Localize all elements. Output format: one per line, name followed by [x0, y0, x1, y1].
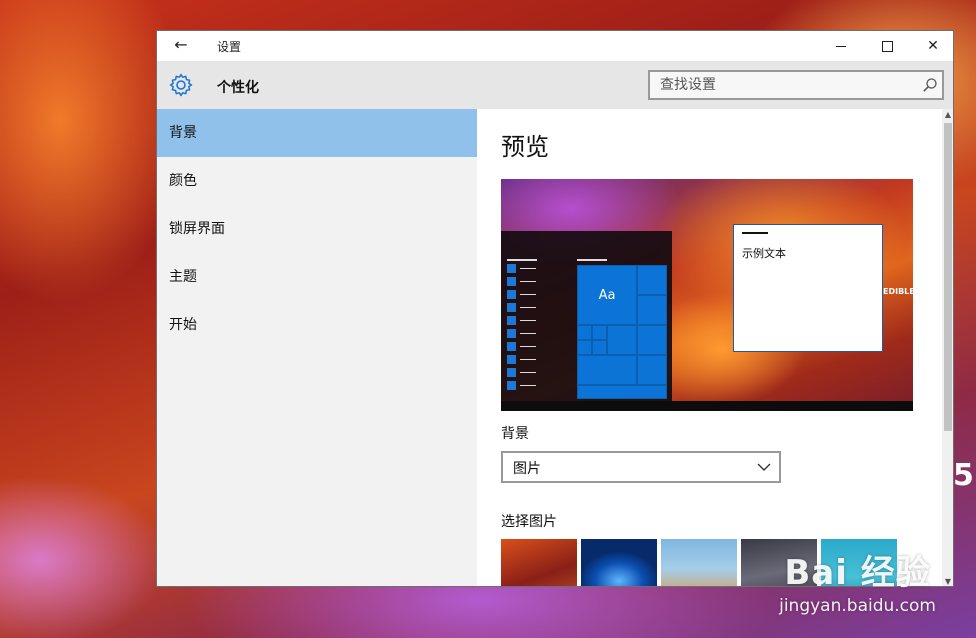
sidebar-nav: 背景 颜色 锁屏界面 主题 开始 [157, 109, 477, 586]
preview-app-icon [507, 277, 516, 286]
preview-tile [637, 295, 667, 325]
close-icon: ✕ [927, 38, 939, 54]
preview-tile-aa: Aa [577, 265, 637, 325]
back-arrow-icon[interactable]: ← [171, 35, 191, 55]
watermark-brand: Bai 经验 [784, 553, 931, 593]
preview-app-icon [507, 355, 516, 364]
preview-app-icon [507, 303, 516, 312]
search-input[interactable] [650, 72, 910, 98]
preview-tile [637, 265, 667, 295]
preview-sample-text: 示例文本 [742, 247, 786, 260]
sidebar-item-lock-screen[interactable]: 锁屏界面 [157, 205, 477, 253]
minimize-button[interactable] [818, 31, 864, 61]
preview-tile [637, 355, 667, 385]
desktop-edge-glyph: 5 [953, 458, 974, 493]
preview-app-line [520, 268, 536, 269]
minimize-icon [836, 45, 846, 47]
baidu-watermark: Bai 经验 jingyan.baidu.com [779, 545, 936, 616]
close-button[interactable]: ✕ [910, 31, 953, 61]
preview-tile [577, 325, 592, 340]
background-type-value: 图片 [513, 461, 541, 477]
preview-start-menu: Aa [501, 231, 672, 401]
preview-tiles: Aa [577, 265, 667, 399]
preview-heading: 预览 [501, 133, 549, 161]
preview-taskbar [501, 401, 913, 411]
watermark-url: jingyan.baidu.com [779, 596, 936, 616]
search-icon[interactable] [922, 77, 938, 93]
preview-app-icon [507, 342, 516, 351]
preview-menu-header-line [507, 259, 537, 261]
preview-app-icon [507, 264, 516, 273]
sidebar-item-colors[interactable]: 颜色 [157, 157, 477, 205]
sidebar-item-background[interactable]: 背景 [157, 109, 477, 157]
gear-icon [169, 73, 193, 97]
preview-tile [577, 355, 637, 385]
preview-edge-text: EDIBLE [883, 287, 913, 296]
chevron-down-icon [757, 463, 771, 471]
preview-app-line [520, 281, 536, 282]
choose-picture-label: 选择图片 [501, 514, 557, 530]
preview-tile [577, 385, 667, 399]
background-type-dropdown[interactable]: 图片 [501, 451, 781, 483]
preview-tile [637, 325, 667, 355]
maximize-icon [881, 40, 893, 52]
main-content: 预览 Aa 示例文本 EDIBLE 背景 图片 选择图片 [477, 109, 953, 586]
preview-app-icon [507, 316, 516, 325]
preview-app-line [520, 320, 536, 321]
preview-app-line [520, 294, 536, 295]
settings-window: ← 设置 ✕ 个性化 背景 颜色 锁屏界面 主题 开始 预览 [156, 30, 954, 587]
preview-tiles-header-line [577, 259, 607, 261]
page-title: 个性化 [217, 80, 259, 96]
preview-app-line [520, 385, 536, 386]
preview-app-line [520, 359, 536, 360]
preview-app-icon [507, 329, 516, 338]
picture-thumbnail-3[interactable] [661, 539, 737, 586]
preview-app-line [520, 307, 536, 308]
preview-tile [607, 325, 637, 355]
preview-app-line [520, 346, 536, 347]
sidebar-item-themes[interactable]: 主题 [157, 253, 477, 301]
search-box[interactable] [648, 70, 944, 100]
content-scrollbar[interactable]: ▲ ▼ [942, 109, 953, 586]
scrollbar-thumb[interactable] [944, 123, 952, 431]
title-bar: ← 设置 ✕ [157, 31, 953, 61]
sidebar-item-start[interactable]: 开始 [157, 301, 477, 349]
picture-thumbnail-1[interactable] [501, 539, 577, 586]
preview-tile [592, 340, 607, 355]
desktop-preview: Aa 示例文本 EDIBLE [501, 179, 913, 411]
scroll-up-icon[interactable]: ▲ [942, 109, 953, 121]
maximize-button[interactable] [864, 31, 910, 61]
preview-sample-titlebar [742, 232, 768, 234]
preview-sample-window: 示例文本 [733, 224, 883, 352]
preview-tile [577, 340, 592, 355]
preview-app-icon [507, 368, 516, 377]
scroll-down-icon[interactable]: ▼ [942, 576, 953, 586]
window-title: 设置 [217, 40, 242, 54]
picture-thumbnail-2[interactable] [581, 539, 657, 586]
preview-app-icon [507, 290, 516, 299]
header-bar: 个性化 [157, 61, 953, 109]
preview-app-line [520, 372, 536, 373]
preview-app-line [520, 333, 536, 334]
preview-app-icon [507, 381, 516, 390]
preview-tile [592, 325, 607, 340]
background-label: 背景 [501, 426, 529, 442]
